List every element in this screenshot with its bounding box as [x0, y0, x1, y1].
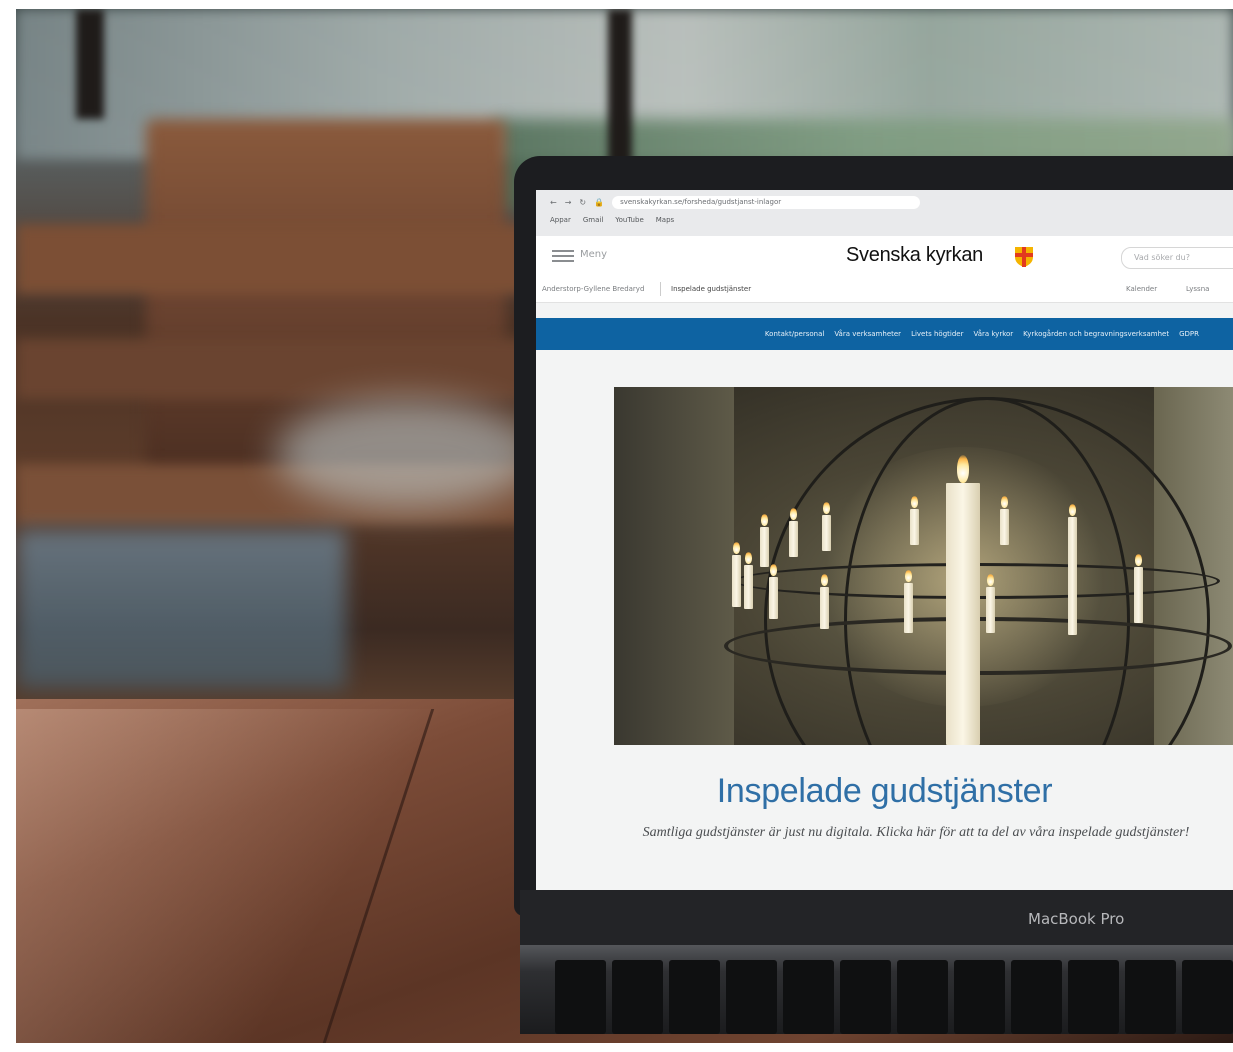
site-logo[interactable]: Svenska kyrkan — [846, 244, 983, 267]
candle — [760, 514, 769, 567]
calendar-link[interactable]: Kalender — [1126, 285, 1157, 293]
candle — [820, 574, 829, 629]
table-reflection — [16, 709, 536, 1043]
background-floor — [16, 529, 346, 689]
page-title: Inspelade gudstjänster — [716, 772, 1053, 810]
address-bar[interactable]: svenskakyrkan.se/forsheda/gudstjanst-inl… — [612, 196, 921, 209]
listen-link[interactable]: Lyssna — [1186, 285, 1209, 293]
site-header: Meny Svenska kyrkan Vad söker du? — [536, 236, 1233, 277]
candle — [789, 508, 798, 557]
keyboard-key — [1125, 960, 1176, 1034]
candle — [1068, 504, 1077, 635]
main-navigation: Kontakt/personal Våra verksamheter Livet… — [536, 318, 1233, 350]
background-light — [276, 399, 536, 509]
background-bench — [16, 224, 536, 294]
laptop-bezel — [520, 890, 1233, 952]
nav-item-cemetery[interactable]: Kyrkogården och begravningsverksamhet — [1023, 330, 1169, 338]
candle — [822, 502, 831, 551]
browser-chrome: ← → ↻ 🔒 svenskakyrkan.se/forsheda/gudstj… — [536, 190, 1233, 237]
candle-center — [946, 455, 980, 745]
keyboard-key — [612, 960, 663, 1034]
nav-item-gdpr[interactable]: GDPR — [1179, 330, 1199, 338]
background-pillar — [76, 9, 104, 119]
laptop-screen: ← → ↻ 🔒 svenskakyrkan.se/forsheda/gudstj… — [536, 190, 1233, 890]
candle — [910, 496, 919, 545]
candle — [904, 570, 913, 633]
bookmark-item[interactable]: Maps — [656, 216, 674, 224]
hamburger-menu-icon[interactable] — [552, 250, 574, 262]
breadcrumb-current: Inspelade gudstjänster — [660, 282, 751, 296]
browser-nav-row: ← → ↻ 🔒 svenskakyrkan.se/forsheda/gudstj… — [550, 196, 921, 209]
keyboard-keys — [555, 960, 1233, 1034]
lock-icon: 🔒 — [594, 198, 605, 207]
reload-icon[interactable]: ↻ — [579, 198, 586, 207]
nav-item-celebrations[interactable]: Livets högtider — [911, 330, 963, 338]
candle — [1134, 554, 1143, 623]
keyboard-key — [1068, 960, 1119, 1034]
candle — [744, 552, 753, 609]
keyboard-key — [783, 960, 834, 1034]
bookmark-item[interactable]: Gmail — [583, 216, 603, 224]
forward-arrow-icon[interactable]: → — [565, 198, 572, 207]
back-arrow-icon[interactable]: ← — [550, 198, 557, 207]
keyboard-key — [669, 960, 720, 1034]
nav-item-churches[interactable]: Våra kyrkor — [973, 330, 1013, 338]
candle — [1000, 496, 1009, 545]
keyboard-key — [954, 960, 1005, 1034]
candle — [732, 542, 741, 607]
hero-image[interactable] — [614, 387, 1233, 745]
menu-label[interactable]: Meny — [580, 249, 607, 260]
keyboard-key — [897, 960, 948, 1034]
keyboard-key — [555, 960, 606, 1034]
keyboard-key — [726, 960, 777, 1034]
breadcrumb-bar: Anderstorp-Gyllene Bredaryd Inspelade gu… — [536, 276, 1233, 303]
keyboard-key — [840, 960, 891, 1034]
bookmark-item[interactable]: YouTube — [615, 216, 643, 224]
background-bench — [16, 339, 536, 399]
search-input[interactable]: Vad söker du? — [1121, 247, 1233, 269]
page-subtitle[interactable]: Samtliga gudstjänster är just nu digital… — [636, 822, 1196, 844]
church-shield-icon — [1015, 247, 1033, 267]
nav-item-activities[interactable]: Våra verksamheter — [834, 330, 901, 338]
candle — [986, 574, 995, 633]
bookmark-item[interactable]: Appar — [550, 216, 571, 224]
breadcrumb-parent[interactable]: Anderstorp-Gyllene Bredaryd — [542, 285, 644, 293]
background-pillar — [608, 9, 632, 169]
keyboard-key — [1011, 960, 1062, 1034]
candle — [769, 564, 778, 619]
bookmarks-bar: Appar Gmail YouTube Maps — [550, 216, 674, 224]
nav-item-contact[interactable]: Kontakt/personal — [765, 330, 824, 338]
device-label: MacBook Pro — [1028, 910, 1125, 928]
keyboard-key — [1182, 960, 1233, 1034]
